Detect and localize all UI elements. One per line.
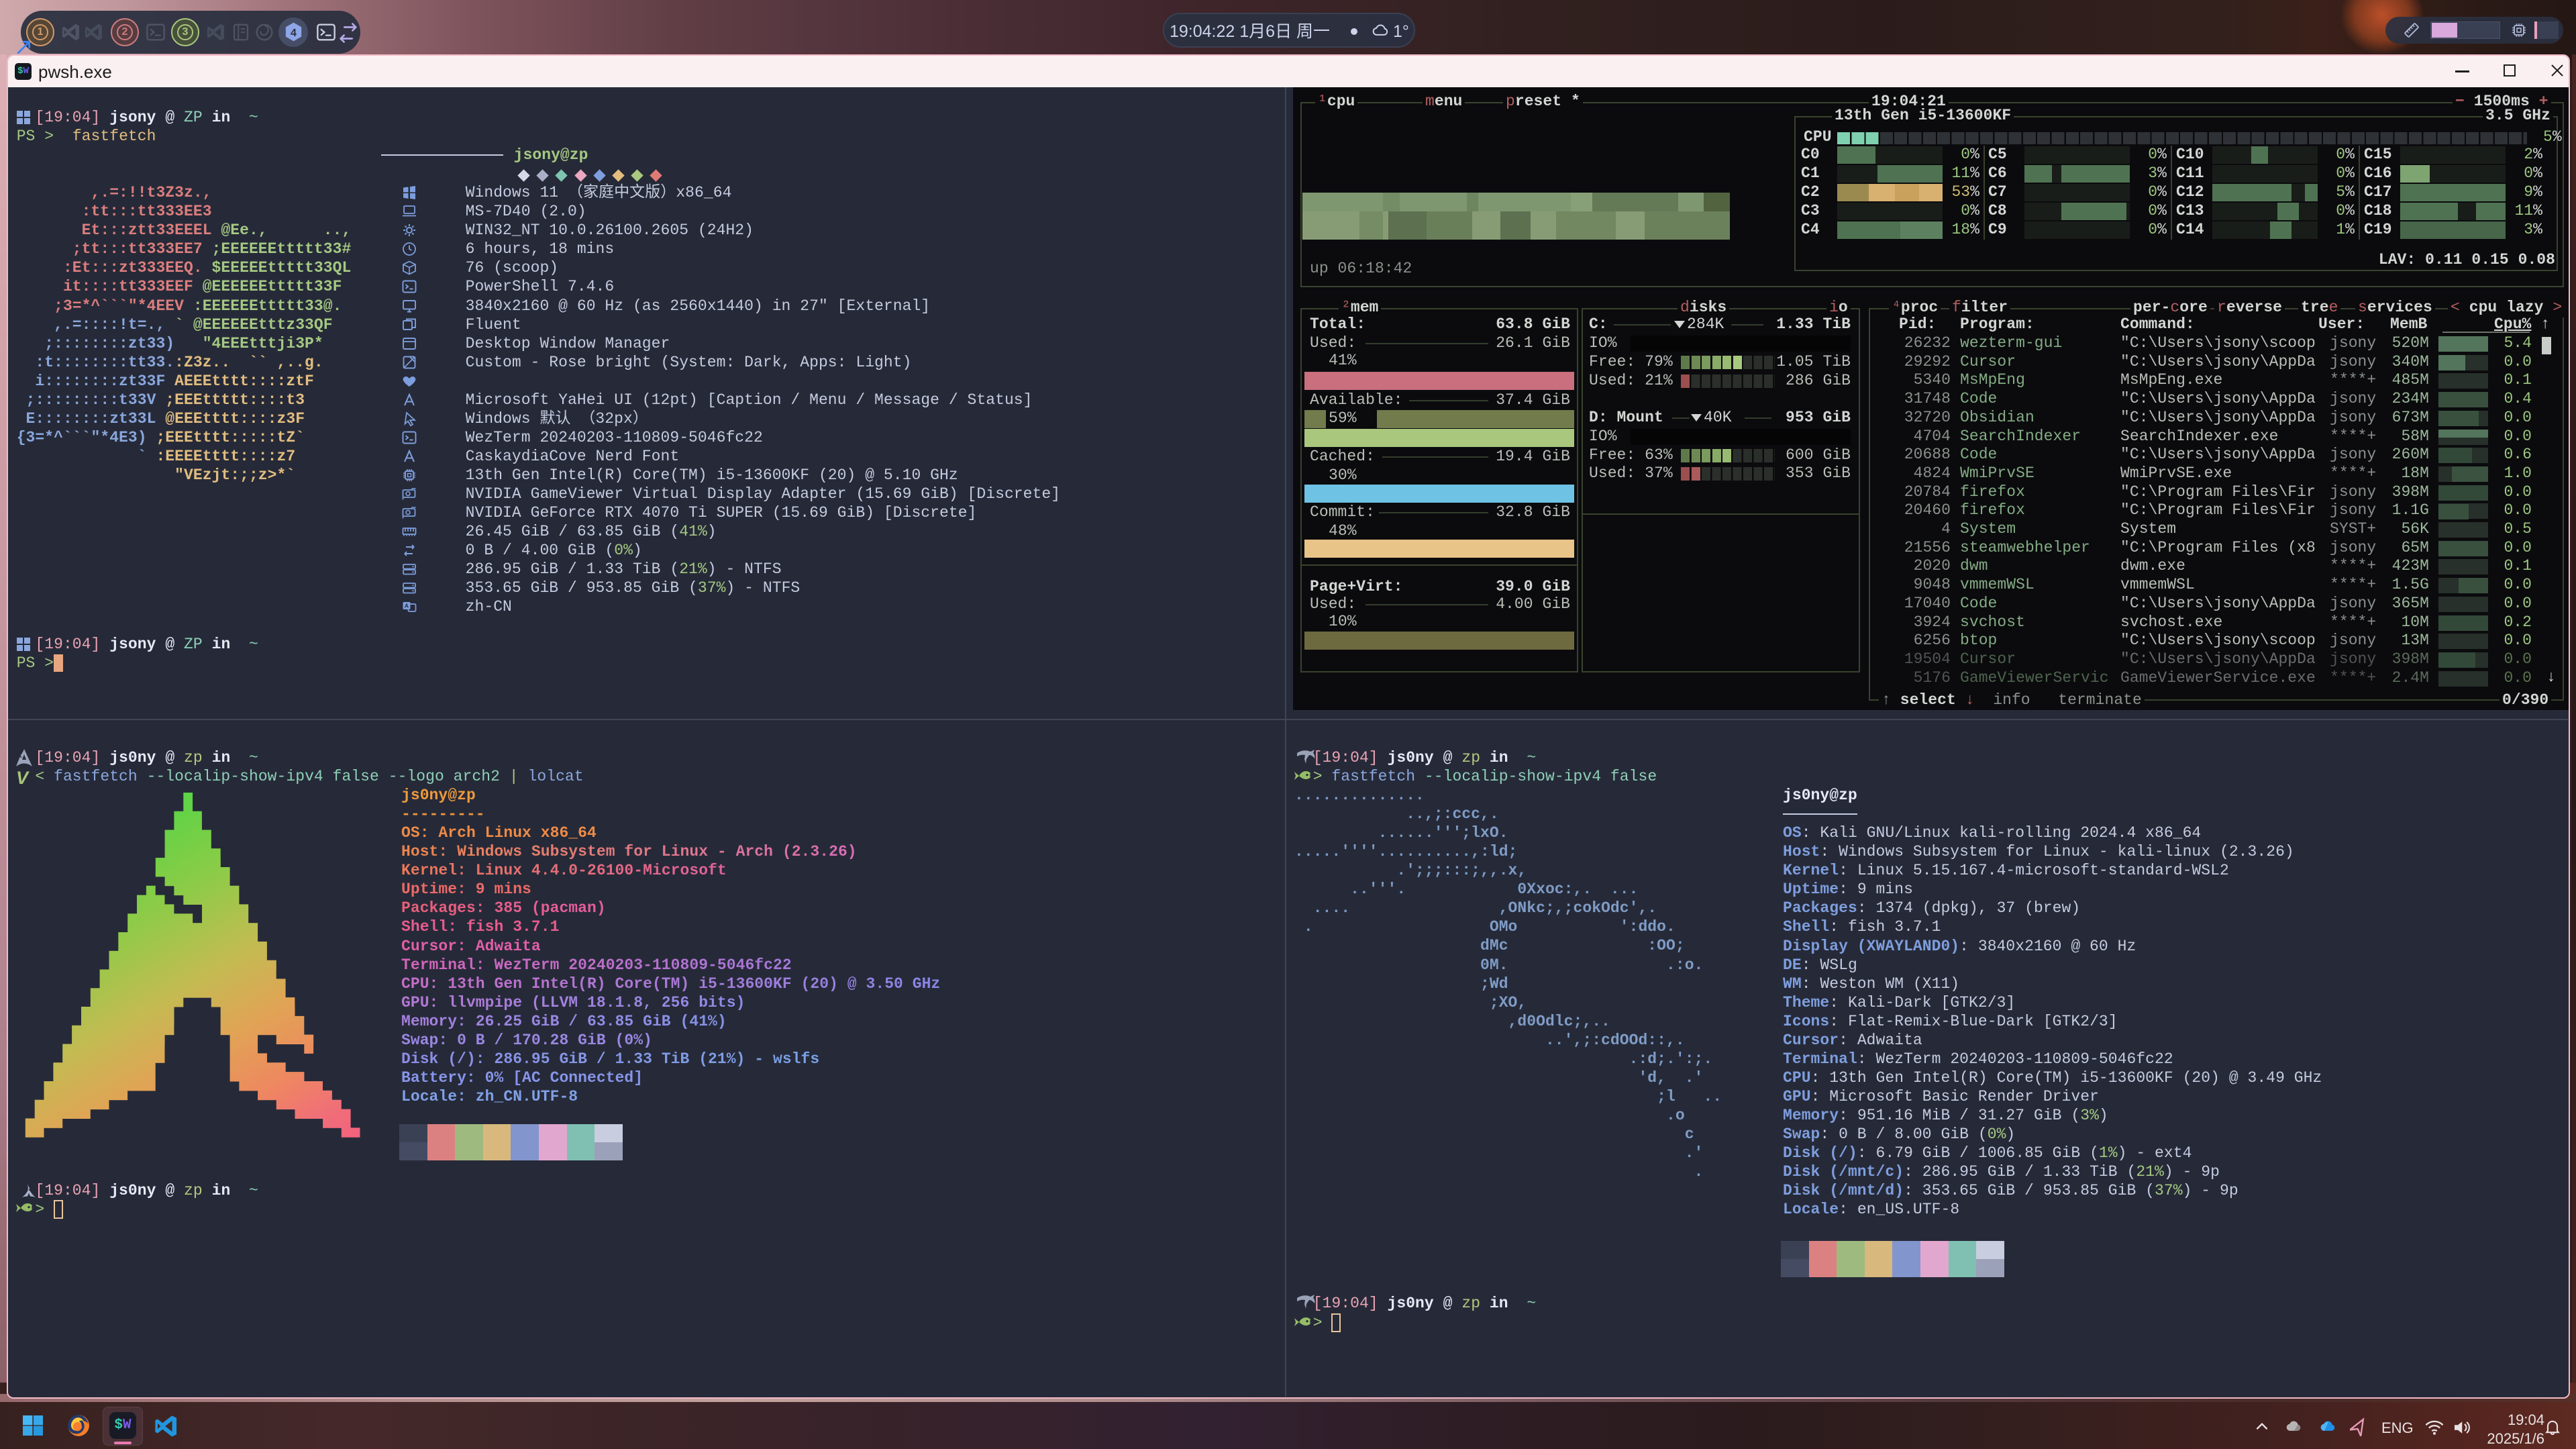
svg-text:A: A: [405, 603, 409, 609]
svg-text:4: 4: [291, 27, 297, 39]
